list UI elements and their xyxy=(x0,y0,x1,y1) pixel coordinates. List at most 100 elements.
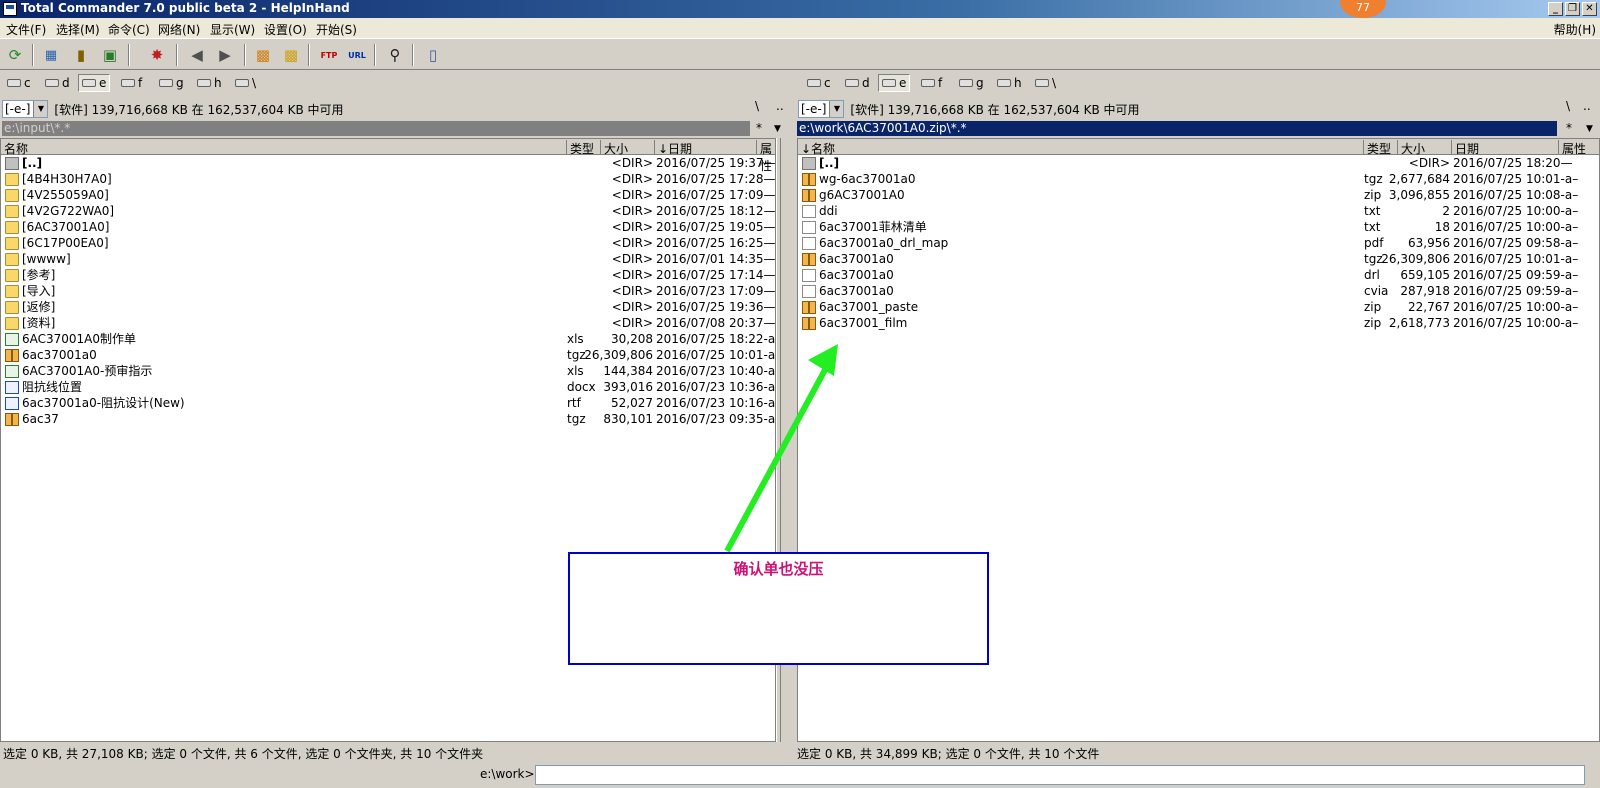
column-name[interactable]: ↓名称 xyxy=(798,140,1364,156)
drive-h-button[interactable]: h xyxy=(994,74,1025,92)
drive-f-button[interactable]: f xyxy=(118,74,145,92)
back-icon[interactable]: ◀ xyxy=(186,44,208,66)
right-filter-button[interactable]: * xyxy=(1566,121,1572,135)
menu-command[interactable]: 命令(C) xyxy=(108,21,150,38)
file-row[interactable]: [导入] <DIR> 2016/07/23 17:09— xyxy=(1,284,775,300)
file-row[interactable]: [6AC37001A0] <DIR> 2016/07/25 19:05— xyxy=(1,220,775,236)
column-type[interactable]: 类型 xyxy=(1364,140,1398,156)
close-button[interactable]: ✕ xyxy=(1582,2,1597,16)
column-size[interactable]: 大小 xyxy=(1398,140,1452,156)
search-binoculars-icon[interactable]: ⚲ xyxy=(384,44,406,66)
column-date[interactable]: 日期 xyxy=(1452,140,1559,156)
file-row[interactable]: 6ac37 tgz 830,101 2016/07/23 09:35-a– xyxy=(1,412,775,428)
file-date: 2016/07/25 18:12— xyxy=(656,204,776,218)
forward-icon[interactable]: ▶ xyxy=(214,44,236,66)
file-row[interactable]: 6ac37001菲林清单 txt 18 2016/07/25 10:00-a– xyxy=(798,220,1599,236)
drive-c-button[interactable]: c xyxy=(804,74,834,92)
right-status-bar: 选定 0 KB, 共 34,899 KB; 选定 0 个文件, 共 10 个文件 xyxy=(797,747,1100,761)
file-type: drl xyxy=(1364,268,1380,282)
minimize-button[interactable]: _ xyxy=(1548,2,1563,16)
file-row[interactable]: 6ac37001a0 drl 659,105 2016/07/25 09:59-a– xyxy=(798,268,1599,284)
right-up-button[interactable]: .. xyxy=(1583,99,1591,119)
pack-icon[interactable]: ▩ xyxy=(252,44,274,66)
right-root-button[interactable]: \ xyxy=(1566,99,1570,119)
file-row[interactable]: 阻抗线位置 docx 393,016 2016/07/23 10:36-a– xyxy=(1,380,775,396)
column-type[interactable]: 类型 xyxy=(567,140,601,156)
file-row[interactable]: 6ac37001a0 cvia 287,918 2016/07/25 09:59-a– xyxy=(798,284,1599,300)
left-drive-combo[interactable]: [-e-] ▼ xyxy=(2,100,49,118)
drive-d-button[interactable]: d xyxy=(842,74,873,92)
network-neighborhood-button[interactable]: \ xyxy=(1032,74,1059,92)
notification-badge[interactable]: 77 xyxy=(1340,0,1386,18)
file-row[interactable]: g6AC37001A0 zip 3,096,855 2016/07/25 10:08-… xyxy=(798,188,1599,204)
unpack-icon[interactable]: ▩ xyxy=(280,44,302,66)
file-row[interactable]: 6ac37001a0 tgz 26,309,806 2016/07/25 10:01-… xyxy=(798,252,1599,268)
left-root-button[interactable]: \ xyxy=(755,99,759,119)
drive-g-button[interactable]: g xyxy=(956,74,987,92)
file-row[interactable]: [6C17P00EA0] <DIR> 2016/07/25 16:25— xyxy=(1,236,775,252)
file-row[interactable]: 6ac37001_film zip 2,618,773 2016/07/25 10:0… xyxy=(798,316,1599,332)
menu-help[interactable]: 帮助(H) xyxy=(1554,21,1596,38)
menu-start[interactable]: 开始(S) xyxy=(316,21,357,38)
network-neighborhood-button[interactable]: \ xyxy=(232,74,259,92)
folder-icon xyxy=(5,205,19,218)
left-filter-button[interactable]: * xyxy=(756,121,762,135)
menu-file[interactable]: 文件(F) xyxy=(6,21,46,38)
column-attr[interactable]: 属性 xyxy=(757,140,775,173)
file-row[interactable]: [wwww] <DIR> 2016/07/01 14:35— xyxy=(1,252,775,268)
file-row[interactable]: 6ac37001a0 tgz 26,309,806 2016/07/25 10:01-… xyxy=(1,348,775,364)
file-row[interactable]: [4V2G722WA0] <DIR> 2016/07/25 18:12— xyxy=(1,204,775,220)
menu-network[interactable]: 网络(N) xyxy=(158,21,200,38)
brief-view-icon[interactable]: ▦ xyxy=(40,44,62,66)
annotation-box: 确认单也没压 xyxy=(568,552,989,665)
right-drive-combo[interactable]: [-e-] ▼ xyxy=(798,100,845,118)
file-row[interactable]: [资料] <DIR> 2016/07/08 20:37— xyxy=(1,316,775,332)
menu-select[interactable]: 选择(M) xyxy=(56,21,100,38)
maximize-button[interactable]: ❐ xyxy=(1565,2,1580,16)
file-row[interactable]: 6ac37001a0-阻抗设计(New) rtf 52,027 2016/07/23 … xyxy=(1,396,775,412)
refresh-icon[interactable]: ⟳ xyxy=(4,44,26,66)
file-row[interactable]: 6ac37001a0_drl_map pdf 63,956 2016/07/25 09… xyxy=(798,236,1599,252)
drive-icon xyxy=(807,79,821,87)
right-history-dropdown[interactable]: ▼ xyxy=(1586,124,1593,134)
right-path-bar[interactable]: e:\work\6AC37001A0.zip\*.* xyxy=(797,121,1557,136)
menu-view[interactable]: 显示(W) xyxy=(210,21,255,38)
column-size[interactable]: 大小 xyxy=(601,140,655,156)
file-row[interactable]: [4V255059A0] <DIR> 2016/07/25 17:09— xyxy=(1,188,775,204)
tree-view-icon[interactable]: ▮ xyxy=(70,44,92,66)
left-up-button[interactable]: .. xyxy=(776,99,784,119)
url-icon[interactable]: URL xyxy=(346,44,368,66)
file-name: 6ac37001a0 xyxy=(819,252,894,266)
drive-d-button[interactable]: d xyxy=(42,74,73,92)
drive-c-button[interactable]: c xyxy=(4,74,34,92)
column-name[interactable]: 名称 xyxy=(1,140,567,156)
file-row[interactable]: [参考] <DIR> 2016/07/25 17:14— xyxy=(1,268,775,284)
drive-e-button[interactable]: e xyxy=(878,74,911,92)
floppy-app-icon[interactable] xyxy=(3,2,17,16)
file-row[interactable]: 6AC37001A0-预审指示 xls 144,384 2016/07/23 10:4… xyxy=(1,364,775,380)
file-row[interactable]: 6ac37001_paste zip 22,767 2016/07/25 10:00-… xyxy=(798,300,1599,316)
left-volume-text: [软件] 139,716,668 KB 在 162,537,604 KB 中可用 xyxy=(54,102,344,117)
text-file-icon xyxy=(802,269,816,282)
drive-h-button[interactable]: h xyxy=(194,74,225,92)
drive-e-button[interactable]: e xyxy=(78,74,111,92)
file-row[interactable]: ddi txt 2 2016/07/25 10:00-a– xyxy=(798,204,1599,220)
file-row[interactable]: 6AC37001A0制作单 xls 30,208 2016/07/25 18:22-a… xyxy=(1,332,775,348)
thumbnail-icon[interactable]: ▣ xyxy=(99,44,121,66)
ftp-icon[interactable]: FTP xyxy=(318,44,340,66)
column-date[interactable]: ↓日期 xyxy=(655,140,757,156)
menu-settings[interactable]: 设置(O) xyxy=(264,21,307,38)
file-row[interactable]: [..] <DIR> 2016/07/25 19:37— xyxy=(1,156,775,172)
drive-g-button[interactable]: g xyxy=(156,74,187,92)
column-attr[interactable]: 属性 xyxy=(1559,140,1599,156)
command-input[interactable] xyxy=(535,765,1585,785)
left-history-dropdown[interactable]: ▼ xyxy=(774,124,781,134)
left-path-bar[interactable]: e:\input\*.* xyxy=(2,121,750,136)
file-row[interactable]: wg-6ac37001a0 tgz 2,677,684 2016/07/25 10:0… xyxy=(798,172,1599,188)
file-row[interactable]: [4B4H30H7A0] <DIR> 2016/07/25 17:28— xyxy=(1,172,775,188)
invert-select-icon[interactable]: ✸ xyxy=(146,44,168,66)
notepad-icon[interactable]: ▯ xyxy=(422,44,444,66)
file-row[interactable]: [..] <DIR> 2016/07/25 18:20— xyxy=(798,156,1599,172)
drive-f-button[interactable]: f xyxy=(918,74,945,92)
file-row[interactable]: [返修] <DIR> 2016/07/25 19:36— xyxy=(1,300,775,316)
